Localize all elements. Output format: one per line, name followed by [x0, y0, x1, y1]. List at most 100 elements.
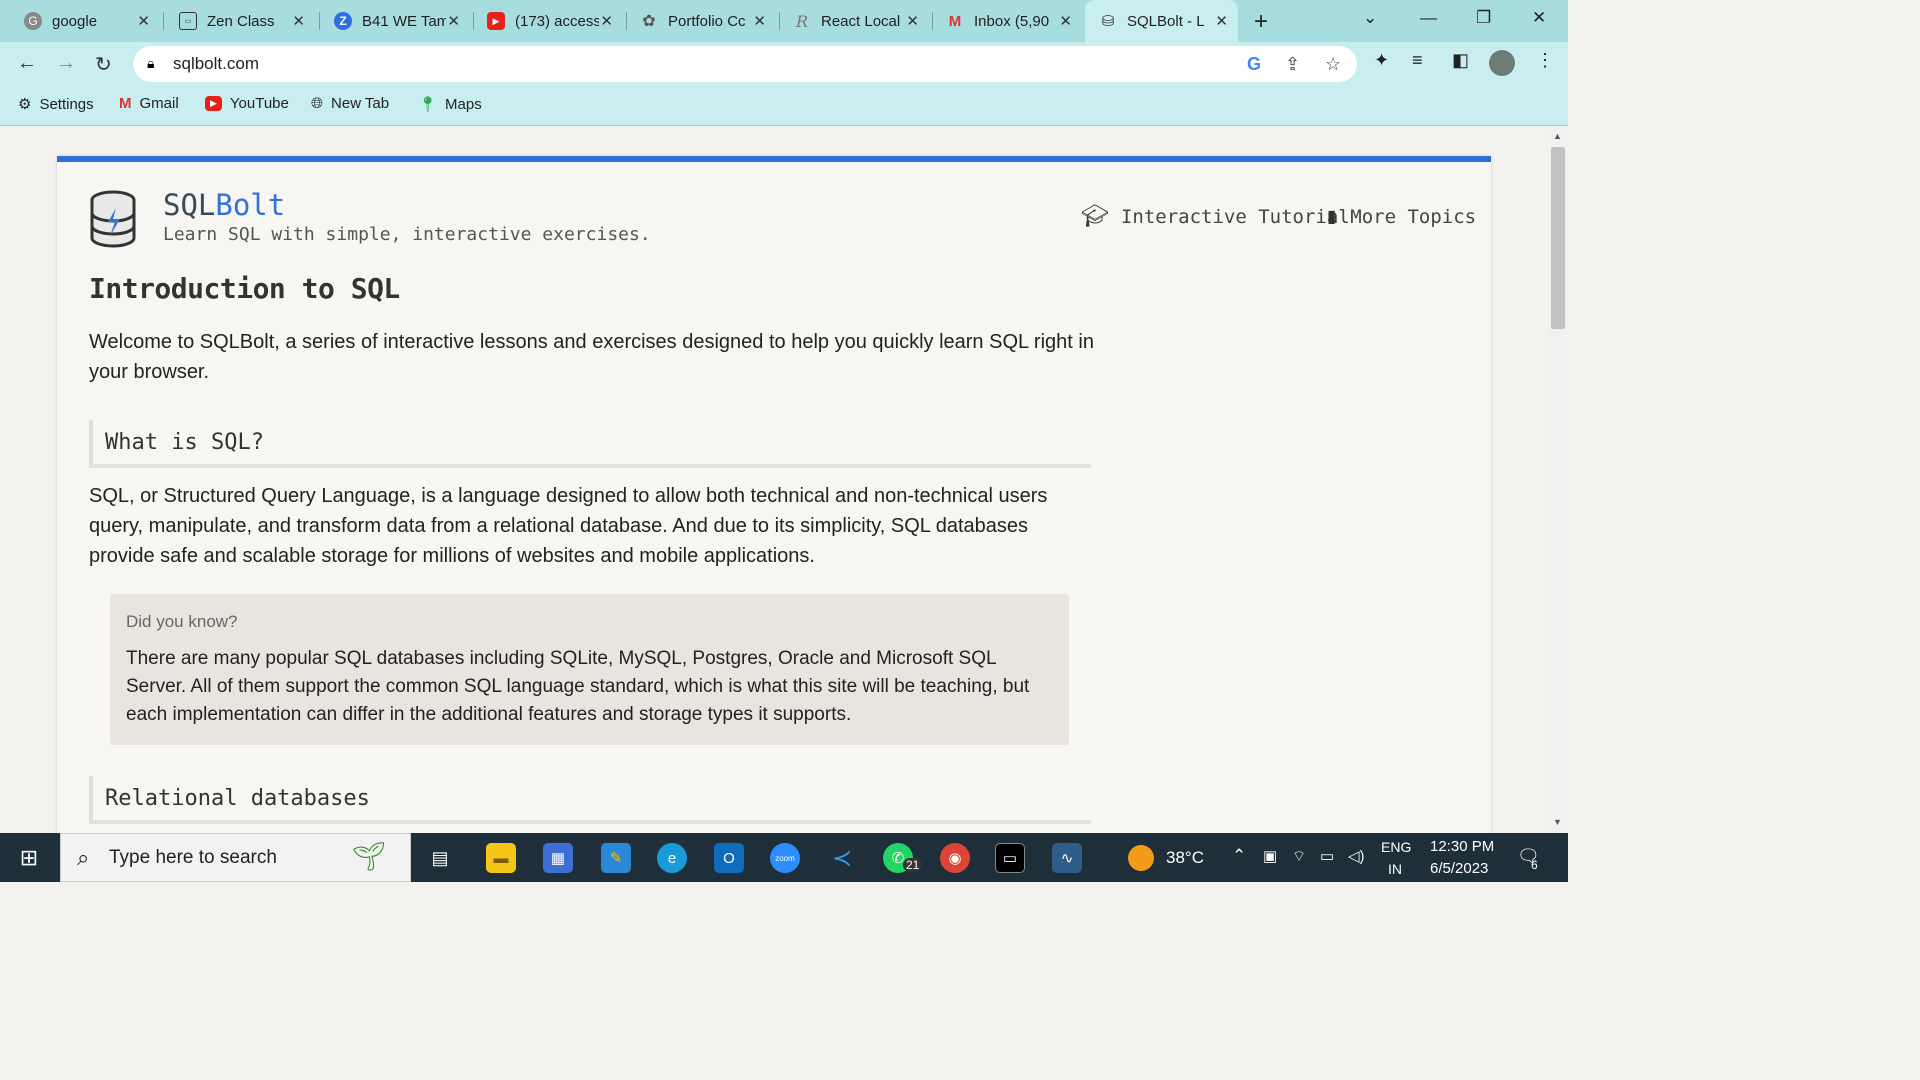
share-icon[interactable]: ⇪ — [1285, 54, 1300, 75]
gmail-icon: M — [948, 12, 962, 30]
bookmark-gmail[interactable]: M Gmail — [119, 95, 179, 112]
extensions-icon[interactable]: ✦ — [1374, 50, 1389, 71]
did-you-know-callout: Did you know? There are many popular SQL… — [110, 594, 1069, 745]
url-text[interactable]: sqlbolt.com — [173, 54, 259, 74]
lock-icon[interactable]: 🔒︎ — [147, 55, 154, 72]
browser-toolbar: ← → ↻ 🔒︎ sqlbolt.com G ⇪ ☆ — [0, 42, 1568, 86]
tab-b41[interactable]: Z B41 WE Tam ✕ — [310, 0, 470, 42]
content-card: SQLBolt Learn SQL with simple, interacti… — [57, 156, 1491, 833]
media-control-icon[interactable]: ≡ — [1412, 50, 1423, 71]
plant-icon: 🌱︎ — [351, 841, 387, 872]
page-title: Introduction to SQL — [89, 272, 400, 305]
nav-label: More Topics — [1350, 205, 1477, 228]
close-icon[interactable]: ✕ — [292, 12, 305, 30]
outlook-icon[interactable]: O — [714, 843, 744, 873]
close-window-icon[interactable]: ✕ — [1532, 8, 1546, 28]
bookmark-maps[interactable]: 📍︎ Maps — [418, 95, 482, 114]
graduation-cap-icon: 🎓︎ — [1081, 204, 1109, 229]
windows-taskbar: ⊞ ⌕ Type here to search 🌱︎ ▤ ▬ ▦ ✎ e O z… — [0, 833, 1568, 882]
tab-google[interactable]: G google ✕ — [0, 0, 160, 42]
battery-icon[interactable]: ▭ — [1320, 847, 1334, 865]
zoom-icon[interactable]: zoom — [770, 843, 800, 873]
section-heading-relational-databases: Relational databases — [89, 776, 1091, 824]
scrollbar-thumb[interactable] — [1551, 147, 1565, 329]
terminal-icon[interactable]: ▭ — [995, 843, 1025, 873]
tab-portfolio[interactable]: ✿ Portfolio Cc ✕ — [616, 0, 776, 42]
site-brand[interactable]: SQLBolt — [163, 188, 285, 222]
menu-icon[interactable]: ⋮ — [1536, 50, 1554, 71]
tab-strip: G google ✕ ▭ Zen Class ✕ Z B41 WE Tam ✕ … — [0, 0, 1568, 42]
gear-icon: ⚙ — [18, 96, 32, 113]
minimize-icon[interactable]: — — [1420, 8, 1437, 28]
taskbar-search[interactable]: ⌕ Type here to search 🌱︎ — [60, 833, 411, 882]
back-icon[interactable]: ← — [17, 52, 37, 75]
restore-icon[interactable]: ❐ — [1476, 8, 1491, 28]
section-title: Relational databases — [105, 786, 370, 811]
page-scrollbar[interactable]: ▲ ▼ — [1548, 127, 1568, 833]
side-panel-icon[interactable]: ◧ — [1452, 50, 1469, 71]
bookmark-youtube[interactable]: ▶ YouTube — [205, 95, 289, 112]
openai-icon: ✿ — [642, 13, 656, 30]
mysql-workbench-icon[interactable]: ∿ — [1052, 843, 1082, 873]
edge-icon[interactable]: e — [657, 843, 687, 873]
close-icon[interactable]: ✕ — [447, 12, 460, 30]
sticky-app-icon[interactable]: ✎ — [601, 843, 631, 873]
section-title: What is SQL? — [105, 430, 264, 455]
bookmark-label: New Tab — [331, 95, 390, 112]
bookmark-label: YouTube — [229, 95, 289, 112]
close-icon[interactable]: ✕ — [1059, 12, 1072, 30]
search-icon: ⌕ — [77, 845, 90, 870]
forward-icon[interactable]: → — [56, 52, 76, 75]
nav-label: Interactive Tutorial — [1120, 205, 1350, 228]
nav-interactive-tutorial[interactable]: 🎓︎ Interactive Tutorial — [1081, 204, 1350, 229]
close-icon[interactable]: ✕ — [137, 12, 150, 30]
scroll-up-icon[interactable]: ▲ — [1553, 131, 1562, 141]
chrome-icon[interactable]: ◉ — [940, 843, 970, 873]
page-viewport: SQLBolt Learn SQL with simple, interacti… — [0, 127, 1548, 833]
star-icon[interactable]: ☆ — [1325, 54, 1341, 75]
region-indicator[interactable]: IN — [1388, 861, 1402, 877]
tab-react-local[interactable]: R React Local ✕ — [769, 0, 929, 42]
address-bar[interactable]: 🔒︎ sqlbolt.com G ⇪ ☆ — [133, 46, 1357, 82]
volume-icon[interactable]: ◁) — [1348, 847, 1365, 865]
clock-time[interactable]: 12:30 PM — [1430, 838, 1494, 855]
new-tab-icon[interactable]: + — [1254, 8, 1268, 36]
wifi-icon[interactable]: ⌔ — [1292, 847, 1306, 866]
tab-zen-class[interactable]: ▭ Zen Class ✕ — [155, 0, 315, 42]
reload-icon[interactable]: ↻ — [95, 52, 112, 77]
meet-icon[interactable]: ▣ — [1263, 847, 1277, 865]
google-lens-icon[interactable]: G — [1247, 54, 1261, 75]
tab-title: google — [52, 12, 98, 30]
book-icon: ▮ — [1325, 204, 1339, 229]
tab-sqlbolt[interactable]: ⛁ SQLBolt - L ✕ — [1085, 0, 1238, 42]
nav-more-topics[interactable]: ▮ More Topics — [1325, 204, 1476, 229]
weather-icon[interactable] — [1128, 845, 1154, 871]
scroll-down-icon[interactable]: ▼ — [1553, 817, 1562, 827]
search-placeholder: Type here to search — [109, 847, 277, 868]
callout-body: There are many popular SQL databases inc… — [126, 648, 1030, 725]
close-icon[interactable]: ✕ — [600, 12, 613, 30]
weather-temp[interactable]: 38°C — [1166, 848, 1204, 868]
close-icon[interactable]: ✕ — [753, 12, 766, 30]
tab-inbox[interactable]: M Inbox (5,90 ✕ — [922, 0, 1082, 42]
profile-avatar[interactable] — [1489, 50, 1515, 76]
youtube-icon: ▶ — [487, 12, 505, 30]
chevron-up-icon[interactable]: ⌃ — [1232, 846, 1246, 866]
bookmark-new-tab[interactable]: 🌐︎ New Tab — [311, 95, 389, 112]
microsoft-store-icon[interactable]: ▦ — [543, 843, 573, 873]
task-view-icon[interactable]: ▤ — [425, 843, 455, 873]
language-indicator[interactable]: ENG — [1381, 839, 1411, 855]
file-explorer-icon[interactable]: ▬ — [486, 843, 516, 873]
windows-start-icon[interactable]: ⊞ — [14, 843, 44, 873]
close-icon[interactable]: ✕ — [1215, 12, 1228, 30]
tab-search-icon[interactable]: ⌄ — [1363, 8, 1377, 28]
close-icon[interactable]: ✕ — [906, 12, 919, 30]
site-tagline: Learn SQL with simple, interactive exerc… — [163, 224, 651, 245]
section-paragraph: SQL, or Structured Query Language, is a … — [89, 485, 1048, 567]
vscode-icon[interactable]: ≺ — [827, 843, 857, 873]
react-icon: R — [795, 11, 809, 31]
z-icon: Z — [334, 12, 352, 30]
bookmark-settings[interactable]: ⚙ Settings — [18, 95, 94, 114]
clock-date[interactable]: 6/5/2023 — [1430, 860, 1488, 877]
tab-youtube[interactable]: ▶ (173) access ✕ — [463, 0, 623, 42]
